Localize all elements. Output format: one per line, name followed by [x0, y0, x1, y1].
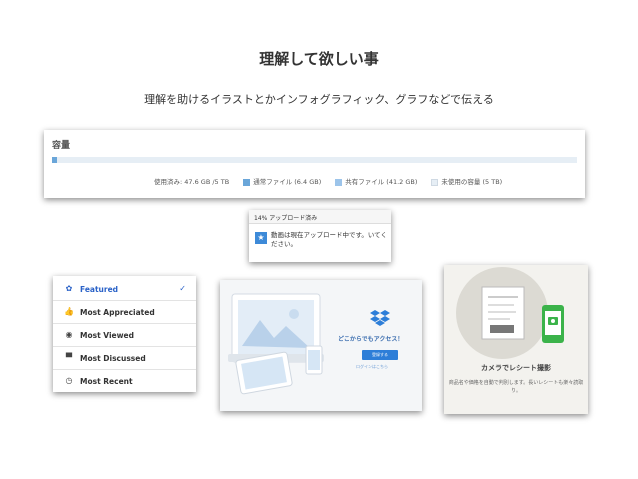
menu-item-most-appreciated[interactable]: 👍 Most Appreciated [53, 301, 196, 324]
legend-label: 未使用の容量 (5 TB) [441, 178, 503, 186]
devices-illustration [228, 293, 324, 395]
storage-used-label: 使用済み: 47.6 GB /5 TB [154, 178, 230, 186]
upload-progress-header: 14% アップロード済み [249, 210, 391, 224]
signup-button[interactable]: 登録する [362, 350, 398, 360]
menu-item-label: Most Discussed [80, 354, 146, 363]
menu-item-label: Featured [80, 285, 119, 294]
thumbs-up-icon: 👍 [64, 307, 74, 316]
eye-icon: ◉ [65, 330, 73, 339]
camera-promo-description: 商品名や価格を自動で判別します。長いレシートも楽々読取り。 [448, 380, 584, 394]
slide: 理解して欲しい事 理解を助けるイラストとかインフォグラフィック、グラフなどで伝え… [0, 0, 638, 479]
storage-usage-fill [52, 157, 58, 163]
storage-legend: 使用済み: 47.6 GB /5 TB 通常ファイル (6.4 GB) 共有ファ… [154, 176, 502, 186]
dropbox-promo: どこからでもアクセス！ 登録する ログインはこちら [220, 280, 422, 411]
receipt-camera-promo: カメラでレシート撮影 商品名や価格を自動で判別します。長いレシートも楽々読取り。 [444, 265, 588, 414]
upload-message: 動画は現在アップロード中です。いてください。 [271, 231, 387, 248]
legend-swatch [431, 178, 439, 186]
legend-unused-space: 未使用の容量 (5 TB) [431, 176, 502, 186]
menu-item-most-viewed[interactable]: ◉ Most Viewed [53, 324, 196, 347]
legend-label: 共有ファイル (41.2 GB) [345, 178, 418, 186]
storage-usage-bar [52, 157, 577, 163]
dropbox-logo-icon [370, 310, 390, 326]
slide-subtitle: 理解を助けるイラストとかインフォグラフィック、グラフなどで伝える [144, 93, 494, 106]
legend-regular-files: 通常ファイル (6.4 GB) [243, 176, 321, 186]
slide-title: 理解して欲しい事 [259, 50, 379, 68]
upload-status-panel: 14% アップロード済み ★ 動画は現在アップロード中です。いてください。 [249, 210, 391, 262]
legend-label: 通常ファイル (6.4 GB) [253, 178, 322, 186]
storage-panel: 容量 使用済み: 47.6 GB /5 TB 通常ファイル (6.4 GB) 共… [44, 130, 585, 198]
menu-item-label: Most Appreciated [80, 308, 155, 317]
menu-item-label: Most Viewed [80, 331, 134, 340]
menu-item-featured[interactable]: ✿ Featured ✓ [53, 278, 196, 301]
menu-item-most-recent[interactable]: ◷ Most Recent [53, 370, 196, 393]
receipt-phone-illustration [456, 267, 564, 359]
legend-swatch [243, 178, 251, 186]
storage-heading: 容量 [52, 141, 71, 151]
legend-shared-files: 共有ファイル (41.2 GB) [335, 176, 417, 186]
star-icon: ★ [255, 232, 267, 244]
menu-item-label: Most Recent [80, 377, 133, 386]
speech-bubble-icon: ▀ [65, 353, 73, 362]
menu-item-most-discussed[interactable]: ▀ Most Discussed [53, 347, 196, 370]
ribbon-icon: ✿ [65, 284, 73, 293]
camera-promo-title: カメラでレシート撮影 [481, 364, 551, 372]
legend-swatch [335, 178, 343, 186]
login-link[interactable]: ログインはこちら [356, 364, 388, 370]
sort-menu: ✿ Featured ✓ 👍 Most Appreciated ◉ Most V… [53, 276, 196, 392]
check-icon: ✓ [179, 284, 186, 293]
clock-icon: ◷ [65, 376, 73, 385]
dropbox-tagline: どこからでもアクセス！ [338, 336, 404, 343]
